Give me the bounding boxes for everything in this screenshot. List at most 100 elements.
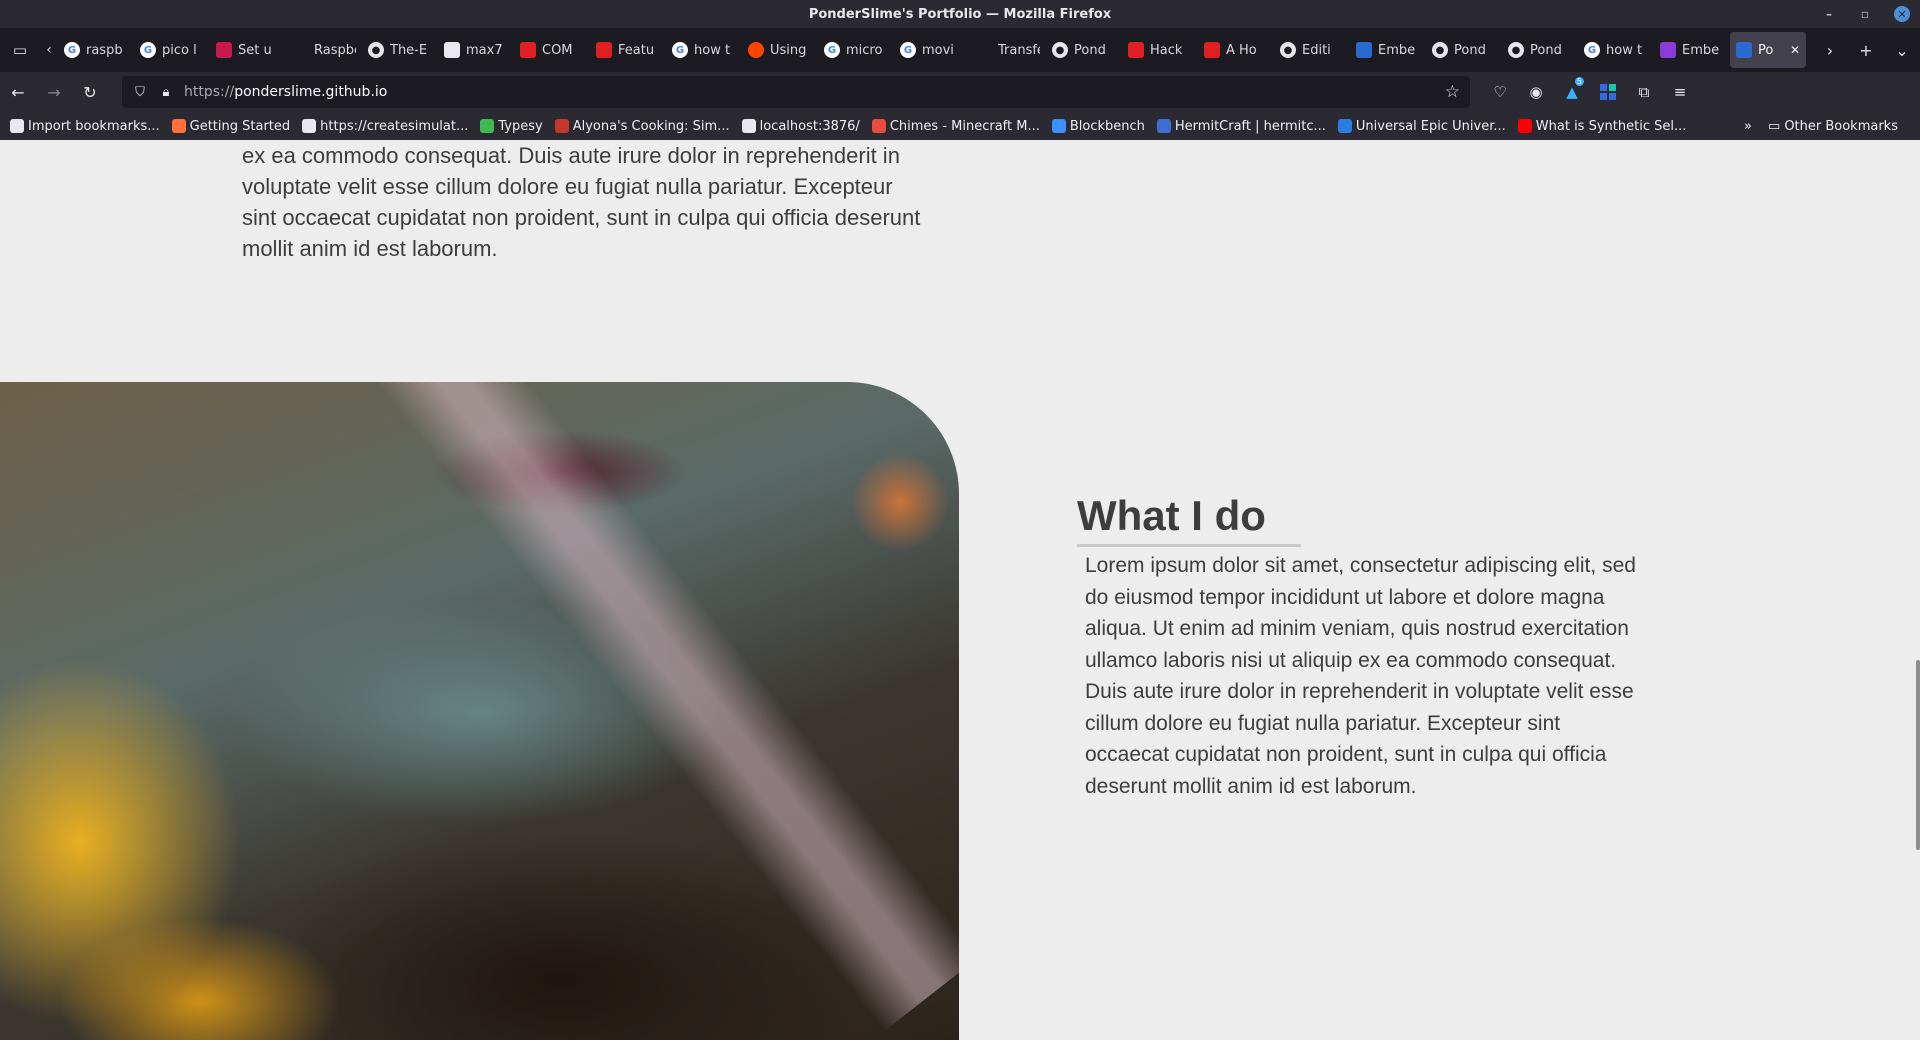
bookmark-star-icon[interactable]: ☆ bbox=[1445, 82, 1460, 102]
tab-scroll-left-button[interactable]: ‹ bbox=[40, 42, 58, 58]
grid-extension-button[interactable] bbox=[1590, 72, 1626, 112]
github-icon: ● bbox=[1052, 42, 1068, 58]
tab-label: raspb bbox=[86, 42, 123, 58]
browser-tab[interactable]: Graspb bbox=[58, 32, 134, 68]
portfolio-icon bbox=[1736, 42, 1752, 58]
close-window-button[interactable]: ✕ bbox=[1894, 6, 1910, 22]
tab-label: Transfer bbox=[998, 42, 1040, 58]
bookmark-item[interactable]: HermitCraft | hermitc... bbox=[1156, 119, 1326, 134]
tab-label: A Ho bbox=[1226, 42, 1257, 58]
hero-photo-light-beam bbox=[330, 382, 959, 1032]
browser-tab[interactable]: Ghow t bbox=[666, 32, 742, 68]
browser-tab[interactable]: Raspberr bbox=[286, 32, 362, 68]
extensions-button[interactable]: ⧉ bbox=[1626, 72, 1662, 112]
back-button[interactable]: ← bbox=[0, 72, 36, 112]
bookmark-item[interactable]: https://createsimulat... bbox=[302, 119, 468, 134]
browser-tab[interactable]: max7 bbox=[438, 32, 514, 68]
bookmark-favicon-icon bbox=[741, 119, 756, 133]
browser-tab[interactable]: Hack bbox=[1122, 32, 1198, 68]
browser-tab[interactable]: ● Pond bbox=[1502, 32, 1578, 68]
tab-label: max7 bbox=[466, 42, 503, 58]
arrow-left-icon: ← bbox=[11, 82, 25, 102]
bookmark-item[interactable]: Import bookmarks... bbox=[10, 119, 160, 134]
bookmarks-overflow-chevron-icon[interactable]: » bbox=[1744, 119, 1752, 134]
bookmarks-overflow: » ▭ Other Bookmarks bbox=[1744, 119, 1920, 134]
tab-label: Pond bbox=[1454, 42, 1486, 58]
bookmark-label: What is Synthetic Sel... bbox=[1535, 118, 1687, 134]
page-scrollbar[interactable] bbox=[1916, 660, 1920, 850]
browser-tab[interactable]: Featu bbox=[590, 32, 666, 68]
browser-tab[interactable]: ● Pond bbox=[1046, 32, 1122, 68]
navigation-toolbar: ← → ↻ ⛉ 🔒︎ https://ponderslime.github.io… bbox=[0, 72, 1920, 112]
browser-tab[interactable]: ● Pond bbox=[1426, 32, 1502, 68]
browser-tab[interactable]: Gmovi bbox=[894, 32, 970, 68]
app-menu-button[interactable]: ≡ bbox=[1662, 72, 1698, 112]
arrow-right-icon: → bbox=[47, 82, 61, 102]
reload-button[interactable]: ↻ bbox=[72, 72, 108, 112]
extension-badge-button[interactable]: ▲ 5 bbox=[1554, 72, 1590, 112]
tab-label: how t bbox=[694, 42, 731, 58]
bookmark-item[interactable]: localhost:3876/ bbox=[741, 119, 860, 134]
browser-tab[interactable]: Set u bbox=[210, 32, 286, 68]
tab-scroll-right-button[interactable]: › bbox=[1812, 28, 1848, 72]
bookmarks-toolbar: Import bookmarks... Getting Started https:… bbox=[0, 112, 1920, 140]
browser-tab[interactable]: Gpico l bbox=[134, 32, 210, 68]
browser-tab[interactable]: ● The-E bbox=[362, 32, 438, 68]
reload-icon: ↻ bbox=[83, 82, 97, 102]
firefox-view-button[interactable]: ▭ bbox=[0, 28, 40, 72]
list-all-tabs-button[interactable]: ⌄ bbox=[1884, 28, 1920, 72]
browser-tab[interactable]: COM bbox=[514, 32, 590, 68]
google-icon: G bbox=[672, 42, 688, 58]
bookmark-favicon-icon bbox=[554, 119, 569, 133]
tab-label: Hack bbox=[1150, 42, 1183, 58]
github-icon: ● bbox=[1508, 42, 1524, 58]
browser-tab[interactable]: Embe bbox=[1654, 32, 1730, 68]
bookmark-favicon-icon bbox=[171, 119, 186, 133]
browser-tab[interactable]: Ghow t bbox=[1578, 32, 1654, 68]
browser-tab[interactable]: Gmicro bbox=[818, 32, 894, 68]
browser-tab[interactable]: Transfer bbox=[970, 32, 1046, 68]
bookmark-item[interactable]: Getting Started bbox=[171, 119, 290, 134]
url-bar[interactable]: ⛉ 🔒︎ https://ponderslime.github.io ☆ bbox=[122, 76, 1470, 108]
account-button[interactable]: ◉ bbox=[1518, 72, 1554, 112]
lock-icon[interactable]: 🔒︎ bbox=[158, 85, 174, 100]
browser-tab[interactable]: ● Editi bbox=[1274, 32, 1350, 68]
browser-tab[interactable]: Po ✕ bbox=[1730, 32, 1806, 68]
bookmark-item[interactable]: Blockbench bbox=[1051, 118, 1145, 134]
tab-list: GraspbGpico lSet uRaspberr●The-Emax7COMF… bbox=[58, 28, 1812, 72]
url-text[interactable]: https://ponderslime.github.io bbox=[184, 84, 1435, 100]
browser-tab[interactable]: A Ho bbox=[1198, 32, 1274, 68]
github-icon: ● bbox=[1280, 42, 1296, 58]
bookmark-item[interactable]: Typesy bbox=[480, 118, 543, 134]
other-bookmarks-folder[interactable]: ▭ Other Bookmarks bbox=[1768, 119, 1898, 134]
intro-paragraph: ex ea commodo consequat. Duis aute irure… bbox=[242, 143, 921, 261]
bookmark-label: Blockbench bbox=[1069, 118, 1145, 134]
window-title: PonderSlime's Portfolio — Mozilla Firefo… bbox=[808, 6, 1112, 22]
url-protocol: https:// bbox=[184, 84, 235, 100]
minimize-button[interactable]: – bbox=[1822, 7, 1836, 21]
browser-tab[interactable]: Using bbox=[742, 32, 818, 68]
bookmark-label: Alyona's Cooking: Sim... bbox=[572, 118, 730, 134]
section-heading: What I do bbox=[1077, 492, 1266, 539]
tab-label: micro bbox=[846, 42, 883, 58]
bookmark-label: Import bookmarks... bbox=[28, 118, 160, 134]
bookmark-item[interactable]: What is Synthetic Sel... bbox=[1517, 118, 1687, 134]
tab-close-icon[interactable]: ✕ bbox=[1790, 43, 1800, 57]
new-tab-button[interactable]: + bbox=[1848, 28, 1884, 72]
bookmark-item[interactable]: Universal Epic Univer... bbox=[1337, 119, 1506, 134]
maximize-button[interactable]: ▫ bbox=[1858, 7, 1872, 21]
bookmark-favicon-icon bbox=[1337, 119, 1352, 133]
tracking-protection-shield-icon[interactable]: ⛉ bbox=[132, 85, 148, 100]
bookmark-item[interactable]: Chimes - Minecraft M... bbox=[871, 119, 1040, 134]
forward-button[interactable]: → bbox=[36, 72, 72, 112]
pocket-button[interactable]: ♡ bbox=[1482, 72, 1518, 112]
extension-badge-count: 5 bbox=[1574, 77, 1584, 86]
tab-label: Raspberr bbox=[314, 42, 356, 58]
tab-label: Pond bbox=[1530, 42, 1562, 58]
bookmark-item[interactable]: Alyona's Cooking: Sim... bbox=[554, 118, 730, 134]
bookmark-label: Typesy bbox=[498, 118, 543, 134]
google-icon: G bbox=[900, 42, 916, 58]
browser-tab[interactable]: Embe bbox=[1350, 32, 1426, 68]
window-titlebar: PonderSlime's Portfolio — Mozilla Firefo… bbox=[0, 0, 1920, 28]
bookmark-favicon-icon bbox=[480, 119, 495, 133]
